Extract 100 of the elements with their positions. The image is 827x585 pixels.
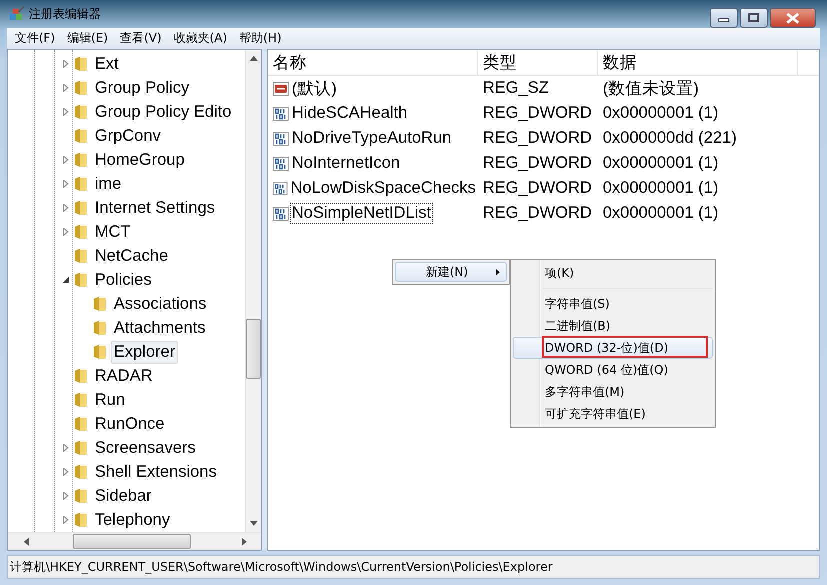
close-button[interactable] [770,8,816,28]
value-name[interactable]: NoDriveTypeAutoRun [290,128,454,149]
tree-item[interactable]: Shell Extensions [92,460,220,484]
menu-item[interactable]: 新建(N) [395,262,507,282]
menu-item[interactable]: 字符串值(S) [513,293,713,315]
folder-icon [74,440,88,456]
folder-icon [74,152,88,168]
folder-icon [74,176,88,192]
scroll-thumb[interactable] [73,534,191,549]
tree-item[interactable]: Sidebar [92,484,155,508]
scroll-right-icon[interactable] [242,538,247,546]
tree-item[interactable]: Associations [111,292,210,316]
tree-item[interactable]: Internet Settings [92,196,218,220]
maximize-button[interactable] [740,8,768,28]
value-data: 0x00000001 (1) [602,179,720,198]
window-title: 注册表编辑器 [29,6,101,22]
binary-value-icon [273,156,289,172]
tree-item[interactable]: Policies [92,268,155,292]
status-path: 计算机\HKEY_CURRENT_USER\Software\Microsoft\Windows\CurrentVersion\Policies\Explorer [10,558,553,576]
vertical-scrollbar[interactable] [245,50,261,532]
value-type: REG_DWORD [482,104,594,123]
tree-item[interactable]: MCT [92,220,134,244]
tree-item[interactable]: Screensavers [92,436,199,460]
value-data: 0x00000001 (1) [602,204,720,223]
value-data: (数值未设置) [602,78,700,100]
expand-arrow-icon[interactable] [62,84,70,92]
close-icon [786,12,800,24]
value-name[interactable]: (默认) [290,76,339,100]
folder-icon [74,104,88,120]
tree-item[interactable]: RADAR [92,364,156,388]
value-name[interactable]: HideSCAHealth [290,103,410,124]
menu-item[interactable]: 查看(V) [114,30,168,47]
folder-icon [74,56,88,72]
value-type: REG_DWORD [482,129,594,148]
binary-value-icon [273,180,288,196]
value-type: REG_DWORD [482,154,594,173]
folder-icon [74,464,88,480]
value-type: REG_DWORD [482,204,594,223]
folder-icon [93,344,107,360]
column-header[interactable]: 数据 [598,50,798,75]
column-header[interactable]: 名称 [268,50,478,75]
tree-item[interactable]: RunOnce [92,412,168,436]
tree-item[interactable]: Run [92,388,128,412]
menu-item[interactable]: 帮助(H) [233,30,288,47]
expand-arrow-icon[interactable] [62,228,70,236]
expand-arrow-icon[interactable] [62,492,70,500]
menu-item[interactable]: 多字符串值(M) [513,381,713,403]
tree-item[interactable]: GrpConv [92,124,164,148]
folder-icon [74,368,88,384]
tree-item[interactable]: Group Policy [92,76,192,100]
tree-item[interactable]: Telephony [92,508,174,532]
folder-icon [93,320,107,336]
expand-arrow-icon[interactable] [62,108,70,116]
folder-icon [93,296,107,312]
value-type: REG_SZ [482,79,550,98]
scroll-up-icon[interactable] [250,56,258,61]
folder-icon [74,512,88,528]
tree-item[interactable]: ime [92,172,125,196]
menu-item[interactable]: QWORD (64 位)值(Q) [513,359,713,381]
value-data: 0x00000001 (1) [602,104,720,123]
menu-item[interactable]: 编辑(E) [61,30,114,47]
folder-icon [74,272,88,288]
menu-item[interactable]: 项(K) [513,262,713,284]
tree-item[interactable]: HomeGroup [92,148,188,172]
menu-item[interactable]: 文件(F) [9,30,62,47]
expand-arrow-icon[interactable] [62,444,70,452]
value-name[interactable]: NoSimpleNetIDList [290,203,434,224]
string-value-icon [273,80,289,96]
scroll-thumb[interactable] [246,319,261,379]
menu-item[interactable]: 可扩充字符串值(E) [513,403,713,425]
value-name[interactable]: NoInternetIcon [290,153,402,174]
tree-item[interactable]: Ext [92,52,122,76]
menu-item[interactable]: 收藏夹(A) [168,30,234,47]
folder-icon [74,128,88,144]
scroll-left-icon[interactable] [24,538,29,546]
folder-icon [74,200,88,216]
expand-arrow-icon[interactable] [62,516,70,524]
expand-arrow-icon[interactable] [62,60,70,68]
expand-arrow-icon[interactable] [62,468,70,476]
registry-cubes-icon [9,6,25,22]
scroll-down-icon[interactable] [250,521,258,526]
expand-arrow-icon[interactable] [62,180,70,188]
menu-item[interactable]: 二进制值(B) [513,315,713,337]
tree-item[interactable]: Explorer [111,340,178,364]
horizontal-scrollbar[interactable] [8,532,261,550]
menu-item[interactable]: DWORD (32-位)值(D) [513,337,713,359]
binary-value-icon [273,206,289,222]
expand-arrow-icon[interactable] [62,204,70,212]
minimize-button[interactable] [710,8,738,28]
folder-icon [74,80,88,96]
expand-arrow-icon[interactable] [62,156,70,164]
tree-item[interactable]: NetCache [92,244,172,268]
column-header[interactable]: 类型 [478,50,598,75]
tree-item[interactable]: Attachments [111,316,209,340]
folder-icon [74,416,88,432]
maximize-icon [748,13,760,23]
tree-item[interactable]: Group Policy Edito [92,100,235,124]
expanded-arrow-icon[interactable] [62,276,70,284]
value-type: REG_DWORD [482,179,594,198]
value-name[interactable]: NoLowDiskSpaceChecks [288,178,478,199]
